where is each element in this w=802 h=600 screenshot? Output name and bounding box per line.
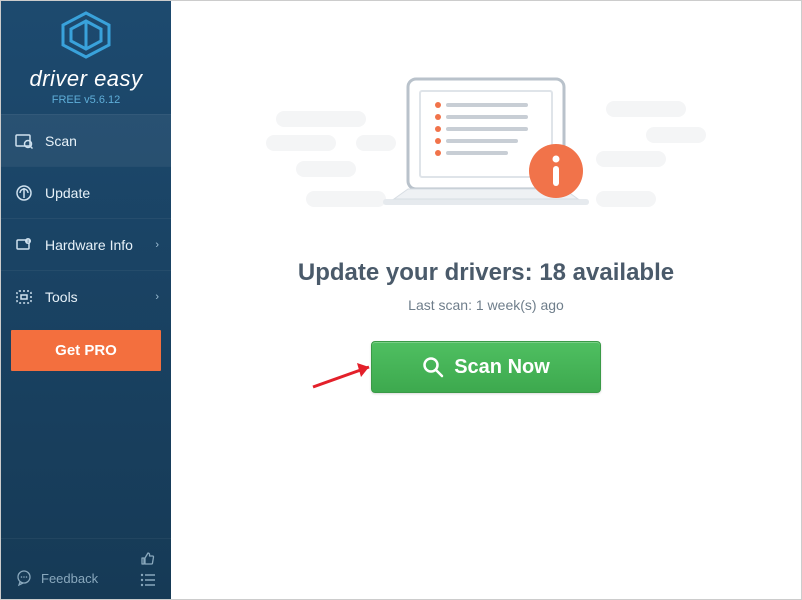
nav: Scan Update i Hardware Info › Tools › Ge… xyxy=(1,114,171,371)
svg-text:i: i xyxy=(27,239,28,245)
nav-update[interactable]: Update xyxy=(1,166,171,218)
app-version: FREE v5.6.12 xyxy=(1,94,171,106)
thumbs-up-icon[interactable] xyxy=(139,549,157,567)
nav-hardware[interactable]: i Hardware Info › xyxy=(1,218,171,270)
app-name: driver easy xyxy=(1,66,171,92)
arrow-annotation xyxy=(309,357,389,397)
laptop-illustration xyxy=(366,71,606,241)
chevron-right-icon: › xyxy=(155,291,159,303)
footer-right-icons xyxy=(139,549,157,587)
last-scan-text: Last scan: 1 week(s) ago xyxy=(171,297,801,313)
feedback-button[interactable]: Feedback xyxy=(15,569,98,587)
search-icon xyxy=(422,356,444,378)
nav-scan-label: Scan xyxy=(45,133,77,149)
chevron-right-icon: › xyxy=(155,239,159,251)
list-menu-icon[interactable] xyxy=(139,573,157,587)
tools-nav-icon xyxy=(15,288,33,306)
main-content: Update your drivers: 18 available Last s… xyxy=(171,1,801,599)
feedback-label: Feedback xyxy=(41,571,98,586)
nav-scan[interactable]: Scan xyxy=(1,114,171,166)
scan-now-label: Scan Now xyxy=(454,356,550,379)
hardware-nav-icon: i xyxy=(15,236,33,254)
get-pro-label: Get PRO xyxy=(55,342,117,359)
nav-tools-label: Tools xyxy=(45,289,78,305)
scan-nav-icon xyxy=(15,132,33,150)
sidebar-footer: Feedback xyxy=(1,538,171,599)
app-logo-icon xyxy=(59,11,113,59)
nav-hardware-label: Hardware Info xyxy=(45,237,133,253)
scan-now-button[interactable]: Scan Now xyxy=(371,341,601,393)
nav-update-label: Update xyxy=(45,185,90,201)
get-pro-button[interactable]: Get PRO xyxy=(11,330,161,371)
update-nav-icon xyxy=(15,184,33,202)
sidebar: driver easy FREE v5.6.12 Scan Update i H… xyxy=(1,1,171,599)
feedback-icon xyxy=(15,569,33,587)
nav-tools[interactable]: Tools › xyxy=(1,270,171,322)
logo-area: driver easy FREE v5.6.12 xyxy=(1,1,171,114)
